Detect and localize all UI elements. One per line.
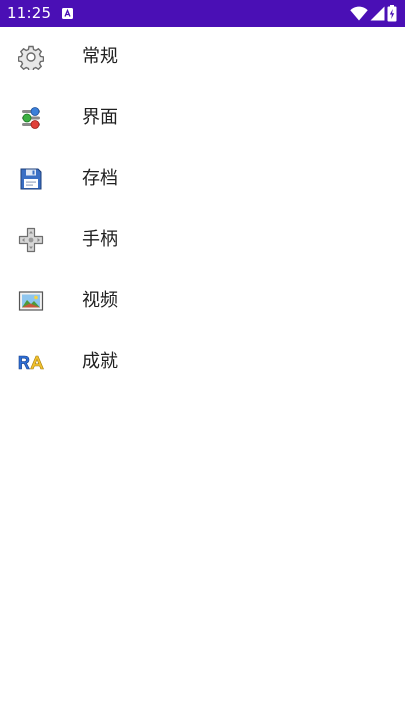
gear-icon	[18, 45, 44, 70]
status-time: 11:25	[7, 4, 52, 22]
menu-item-controller[interactable]: 手柄	[0, 210, 405, 271]
menu-item-label: 常规	[82, 46, 118, 67]
picture-icon	[18, 291, 44, 311]
dpad-icon	[18, 227, 44, 253]
status-icons	[350, 5, 397, 22]
settings-menu: 常规 界面 存档 手柄 视频 成就	[0, 27, 405, 393]
menu-item-general[interactable]: 常规	[0, 27, 405, 88]
toggles-icon	[22, 107, 40, 129]
retroachievements-icon	[18, 355, 44, 370]
battery-charging-icon	[387, 5, 397, 22]
menu-item-saves[interactable]: 存档	[0, 149, 405, 210]
status-bar: 11:25	[0, 0, 405, 27]
signal-icon	[370, 6, 385, 21]
menu-item-label: 视频	[82, 290, 118, 311]
menu-item-achievements[interactable]: 成就	[0, 332, 405, 393]
menu-item-label: 成就	[82, 351, 118, 372]
keyboard-a-icon	[62, 8, 73, 19]
menu-item-label: 存档	[82, 168, 118, 189]
menu-item-video[interactable]: 视频	[0, 271, 405, 332]
floppy-disk-icon	[20, 168, 42, 190]
wifi-icon	[350, 6, 368, 21]
menu-item-interface[interactable]: 界面	[0, 88, 405, 149]
menu-item-label: 界面	[82, 107, 118, 128]
menu-item-label: 手柄	[82, 229, 118, 250]
